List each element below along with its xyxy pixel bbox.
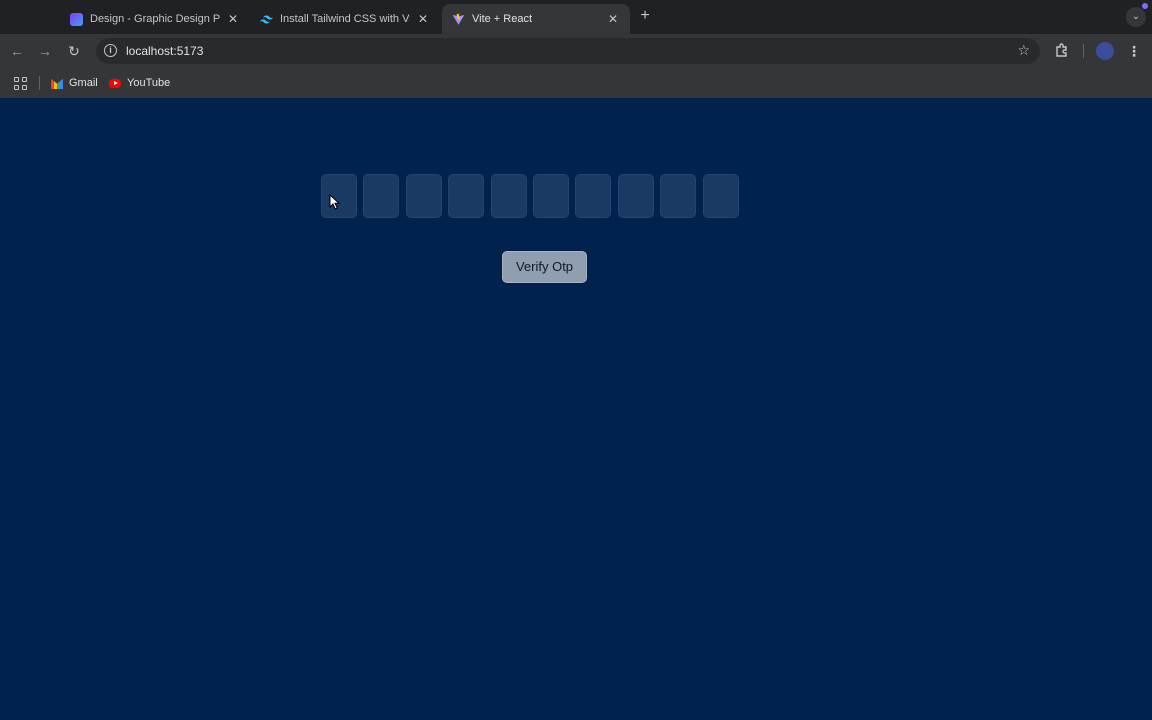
address-bar[interactable]: i localhost:5173 ☆ <box>96 38 1040 64</box>
gmail-icon <box>51 78 63 89</box>
extensions-puzzle-icon[interactable] <box>1054 42 1072 60</box>
bookmark-label: Gmail <box>69 77 98 89</box>
otp-digit-8[interactable] <box>617 174 654 218</box>
profile-avatar-icon[interactable] <box>1096 42 1114 60</box>
tab-design[interactable]: Design - Graphic Design Portfolio ✕ <box>60 4 250 34</box>
otp-input-row <box>321 174 739 218</box>
otp-digit-7[interactable] <box>575 174 612 218</box>
otp-digit-5[interactable] <box>490 174 527 218</box>
forward-arrow-icon[interactable]: → <box>36 42 54 60</box>
verify-otp-button[interactable]: Verify Otp <box>502 251 587 283</box>
toolbar-divider <box>1083 44 1084 58</box>
otp-digit-6[interactable] <box>532 174 569 218</box>
reload-icon[interactable]: ↻ <box>65 42 83 60</box>
bookmark-label: YouTube <box>127 77 171 89</box>
tab-title: Install Tailwind CSS with Vite <box>280 13 410 25</box>
new-tab-button[interactable]: + <box>636 7 654 25</box>
tab-title: Design - Graphic Design Portfolio <box>90 13 220 25</box>
youtube-icon <box>109 78 121 88</box>
browser-toolbar: ← → ↻ i localhost:5173 ☆ ⋮ <box>0 34 1152 68</box>
close-icon[interactable]: ✕ <box>226 12 240 26</box>
otp-digit-10[interactable] <box>702 174 739 218</box>
tailwind-icon <box>260 13 273 26</box>
close-icon[interactable]: ✕ <box>606 12 620 26</box>
tab-tailwind[interactable]: Install Tailwind CSS with Vite ✕ <box>250 4 440 34</box>
otp-digit-3[interactable] <box>405 174 442 218</box>
menu-kebab-icon[interactable]: ⋮ <box>1126 42 1142 60</box>
tab-strip: Design - Graphic Design Portfolio ✕ Inst… <box>0 0 1152 34</box>
bookmark-star-icon[interactable]: ☆ <box>1017 42 1030 59</box>
otp-digit-9[interactable] <box>660 174 697 218</box>
mouse-cursor-icon <box>329 193 341 210</box>
bookmarks-bar: Gmail YouTube <box>0 68 1152 98</box>
back-arrow-icon[interactable]: ← <box>8 42 26 60</box>
bookmarks-divider <box>39 76 40 90</box>
address-url[interactable]: localhost:5173 <box>126 44 203 58</box>
site-info-icon[interactable]: i <box>104 44 117 57</box>
otp-digit-2[interactable] <box>363 174 400 218</box>
tab-search-chevron-icon[interactable]: ⌄ <box>1126 7 1146 27</box>
tab-title: Vite + React <box>472 13 533 25</box>
bookmark-gmail[interactable]: Gmail <box>51 75 98 91</box>
page-content: Verify Otp <box>0 98 1152 720</box>
close-icon[interactable]: ✕ <box>416 12 430 26</box>
apps-grid-icon[interactable] <box>14 77 27 90</box>
tab-vite-react[interactable]: Vite + React ✕ <box>442 4 630 34</box>
otp-digit-4[interactable] <box>448 174 485 218</box>
bookmark-youtube[interactable]: YouTube <box>109 75 170 91</box>
notification-dot <box>1142 3 1148 9</box>
design-app-icon <box>70 12 83 26</box>
vite-icon <box>452 13 465 26</box>
